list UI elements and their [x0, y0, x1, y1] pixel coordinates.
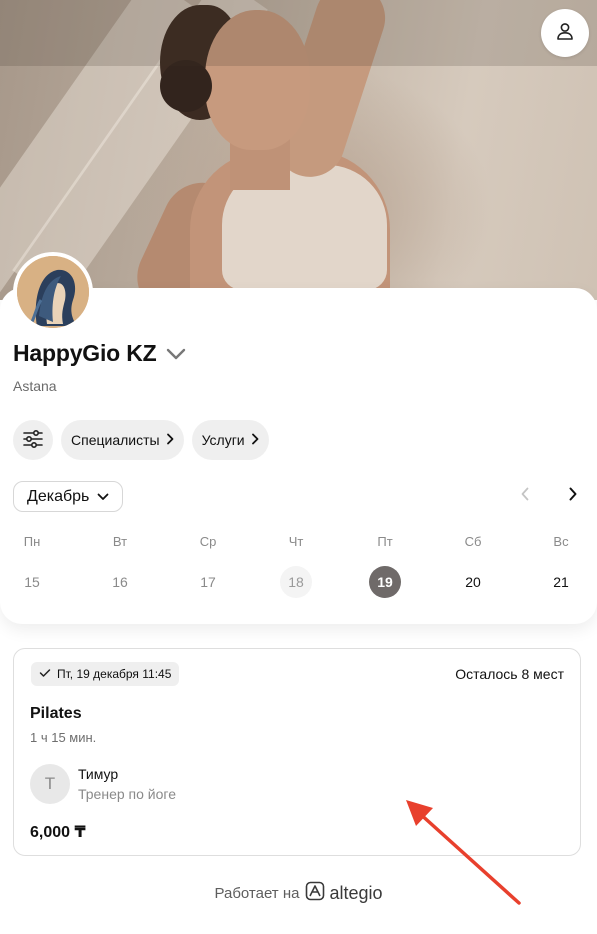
event-datetime: Пт, 19 декабря 11:45: [57, 667, 172, 681]
specialists-filter-button[interactable]: Специалисты: [61, 420, 184, 460]
next-week-button[interactable]: [563, 486, 583, 506]
weekday-header: Пн Вт Ср Чт Пт Сб Вс: [0, 534, 597, 550]
weekday-label: Пн: [23, 534, 41, 549]
weekday-label: Ср: [199, 534, 217, 549]
trainer-role: Тренер по йоге: [78, 786, 176, 802]
date-cell[interactable]: 17: [192, 566, 224, 598]
chevron-left-icon: [520, 487, 530, 506]
services-label: Услуги: [201, 432, 245, 448]
prev-week-button[interactable]: [515, 486, 535, 506]
filter-settings-button[interactable]: [13, 420, 53, 460]
chevron-right-icon: [166, 432, 174, 448]
trainer-name: Тимур: [78, 766, 119, 782]
week-dates: 15 16 17 18 19 20 21: [0, 566, 597, 602]
altegio-logo-icon: [305, 881, 325, 906]
profile-button[interactable]: [541, 9, 589, 57]
weekday-label: Пт: [377, 534, 393, 549]
event-duration: 1 ч 15 мин.: [30, 730, 97, 745]
chevron-right-icon: [568, 487, 578, 506]
weekday-label: Вс: [553, 534, 569, 549]
chevron-down-icon: [97, 488, 109, 506]
company-name: HappyGio KZ: [13, 340, 157, 366]
weekday-label: Вт: [112, 534, 128, 549]
month-dropdown[interactable]: Декабрь: [13, 481, 124, 512]
chevron-down-icon: [166, 340, 186, 367]
altegio-brand-link[interactable]: altegio: [305, 881, 383, 906]
powered-by-footer: Работает на altegio: [0, 880, 597, 906]
check-icon: [39, 667, 51, 681]
date-cell[interactable]: 15: [16, 566, 48, 598]
trainer-avatar: Т: [30, 764, 70, 804]
date-cell[interactable]: 21: [545, 566, 577, 598]
company-logo: [13, 252, 93, 332]
sliders-icon: [22, 429, 44, 452]
altegio-brand: altegio: [329, 882, 383, 903]
seats-left: Осталось 8 мест: [455, 666, 564, 682]
chevron-right-icon: [251, 432, 259, 448]
company-city: Astana: [13, 378, 57, 394]
event-datetime-badge: Пт, 19 декабря 11:45: [31, 662, 180, 686]
date-cell[interactable]: 18: [280, 566, 312, 598]
event-card[interactable]: Пт, 19 декабря 11:45 Осталось 8 мест Pil…: [13, 648, 581, 856]
event-price: 6,000 ₸: [30, 824, 86, 841]
date-cell[interactable]: 20: [457, 566, 489, 598]
cover-photo: [0, 0, 597, 300]
user-icon: [555, 21, 575, 46]
services-filter-button[interactable]: Услуги: [191, 420, 269, 460]
date-cell[interactable]: 16: [104, 566, 136, 598]
powered-by-label: Работает на: [214, 884, 300, 902]
date-cell-selected[interactable]: 19: [369, 566, 401, 598]
company-selector[interactable]: HappyGio KZ: [13, 340, 186, 367]
filters-bar: Специалисты Услуги: [13, 420, 269, 460]
event-title: Pilates: [30, 705, 82, 722]
specialists-label: Специалисты: [71, 432, 160, 448]
weekday-label: Сб: [464, 534, 482, 549]
weekday-label: Чт: [288, 534, 304, 549]
month-label: Декабрь: [27, 487, 90, 505]
